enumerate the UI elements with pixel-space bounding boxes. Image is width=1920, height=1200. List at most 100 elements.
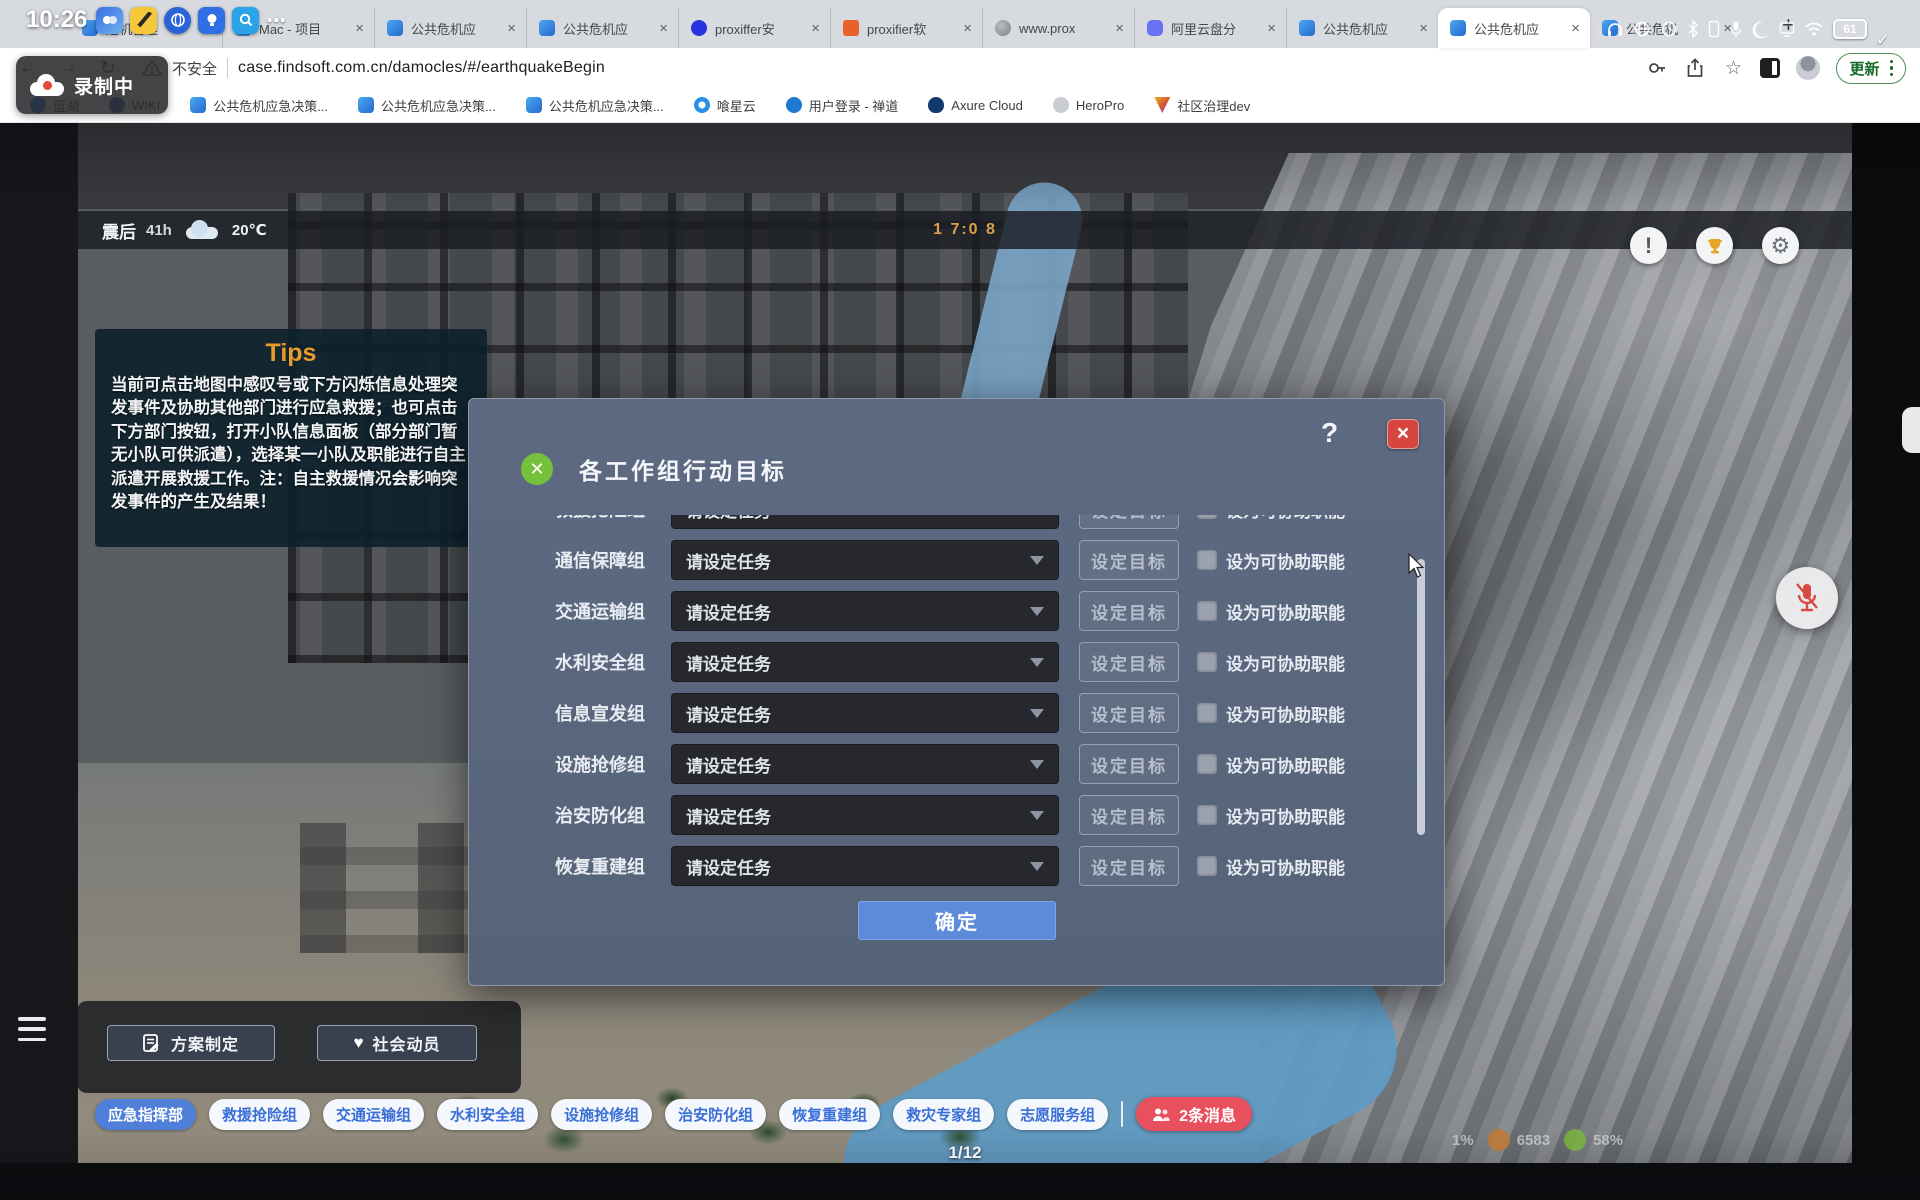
macos-left-overlay: 10:26 ⋯: [26, 6, 288, 34]
task-select[interactable]: 请设定任务: [671, 515, 1059, 529]
task-select[interactable]: 请设定任务: [671, 693, 1059, 733]
chevron-down-icon: [1030, 811, 1044, 820]
bookmark-item[interactable]: 公共危机应急决策...: [526, 96, 664, 115]
checkbox-icon[interactable]: [1197, 601, 1217, 621]
tab-close-icon[interactable]: ×: [1419, 21, 1428, 36]
task-select[interactable]: 请设定任务: [671, 744, 1059, 784]
url-text[interactable]: case.findsoft.com.cn/damocles/#/earthqua…: [238, 59, 605, 77]
browser-tab[interactable]: proxifier软 ×: [830, 8, 982, 48]
task-select[interactable]: 请设定任务: [671, 642, 1059, 682]
assist-checkbox-row[interactable]: 设为可协助职能: [1197, 599, 1345, 624]
binoculars-app-icon[interactable]: [96, 7, 123, 34]
checkbox-icon[interactable]: [1197, 550, 1217, 570]
tab-close-icon[interactable]: ×: [1115, 21, 1124, 36]
plan-button[interactable]: 方案制定: [107, 1025, 275, 1061]
department-button[interactable]: 水利安全组: [437, 1099, 538, 1130]
assist-checkbox-row[interactable]: 设为可协助职能: [1197, 752, 1345, 777]
security-label[interactable]: 不安全: [172, 58, 217, 79]
address-bar[interactable]: 不安全 case.findsoft.com.cn/damocles/#/eart…: [142, 58, 605, 79]
tab-close-icon[interactable]: ×: [355, 21, 364, 36]
mobilize-button[interactable]: ♥ 社会动员: [317, 1025, 477, 1061]
set-goal-button[interactable]: 设定目标: [1079, 846, 1179, 886]
bookmark-item[interactable]: 公共危机应急决策...: [190, 96, 328, 115]
set-goal-button[interactable]: 设定目标: [1079, 540, 1179, 580]
help-button[interactable]: ?: [1321, 417, 1338, 449]
trophy-icon: [1705, 236, 1725, 256]
assist-checkbox-row[interactable]: 设为可协助职能: [1197, 854, 1345, 879]
department-button[interactable]: 交通运输组: [323, 1099, 424, 1130]
task-select[interactable]: 请设定任务: [671, 540, 1059, 580]
set-goal-button[interactable]: 设定目标: [1079, 642, 1179, 682]
department-button[interactable]: 设施抢修组: [551, 1099, 652, 1130]
side-panel-icon[interactable]: [1760, 58, 1780, 78]
browser-tab[interactable]: 公共危机应 ×: [374, 8, 526, 48]
department-button[interactable]: 救援抢险组: [209, 1099, 310, 1130]
browser-tab[interactable]: 公共危机应 ×: [526, 8, 678, 48]
tab-close-icon[interactable]: ×: [963, 21, 972, 36]
assist-checkbox-row[interactable]: 设为可协助职能: [1197, 701, 1345, 726]
tab-close-icon[interactable]: ×: [1267, 21, 1276, 36]
assist-checkbox-row[interactable]: 设为可协助职能: [1197, 515, 1345, 522]
assist-checkbox-row[interactable]: 设为可协助职能: [1197, 803, 1345, 828]
task-select[interactable]: 请设定任务: [671, 591, 1059, 631]
mobilize-button-label: 社会动员: [373, 1031, 441, 1055]
lightbulb-app-icon[interactable]: [198, 7, 225, 34]
browser-tab[interactable]: www.prox ×: [982, 8, 1134, 48]
close-button[interactable]: ×: [1387, 419, 1419, 449]
alert-button[interactable]: !: [1630, 227, 1667, 264]
settings-button[interactable]: ⚙: [1762, 227, 1799, 264]
department-button[interactable]: 救灾专家组: [893, 1099, 994, 1130]
search-app-icon[interactable]: [232, 7, 259, 34]
share-icon[interactable]: [1684, 57, 1706, 79]
update-button[interactable]: 更新: [1836, 53, 1906, 84]
set-goal-button[interactable]: 设定目标: [1079, 744, 1179, 784]
bookmark-item[interactable]: Axure Cloud: [928, 97, 1023, 113]
task-select[interactable]: 请设定任务: [671, 846, 1059, 886]
set-goal-button[interactable]: 设定目标: [1079, 591, 1179, 631]
browser-tab[interactable]: proxiffer安 ×: [678, 8, 830, 48]
browser-tab[interactable]: 公共危机应 ×: [1286, 8, 1438, 48]
menu-kebab-icon[interactable]: [1890, 60, 1894, 77]
bookmark-item[interactable]: 社区治理dev: [1154, 96, 1250, 115]
chevron-down-icon: [1030, 607, 1044, 616]
confirm-button[interactable]: 确定: [858, 901, 1056, 940]
set-goal-button[interactable]: 设定目标: [1079, 795, 1179, 835]
department-button[interactable]: 应急指挥部: [95, 1099, 196, 1130]
hamburger-menu-icon[interactable]: [18, 1017, 46, 1041]
browser-tab[interactable]: 阿里云盘分 ×: [1134, 8, 1286, 48]
bookmark-item[interactable]: 公共危机应急决策...: [358, 96, 496, 115]
set-goal-button[interactable]: 设定目标: [1079, 693, 1179, 733]
globe-app-icon[interactable]: [164, 7, 191, 34]
messages-button[interactable]: 2条消息: [1136, 1097, 1252, 1131]
checkbox-icon[interactable]: [1197, 703, 1217, 723]
pencil-app-icon[interactable]: [130, 7, 157, 34]
modal-scrollbar[interactable]: [1417, 559, 1425, 835]
set-goal-button[interactable]: 设定目标: [1079, 515, 1179, 529]
department-button[interactable]: 志愿服务组: [1007, 1099, 1108, 1130]
bookmark-star-icon[interactable]: ☆: [1722, 57, 1744, 79]
checkbox-icon[interactable]: [1197, 652, 1217, 672]
tab-close-icon[interactable]: ×: [811, 21, 820, 36]
tab-close-icon[interactable]: ×: [507, 21, 516, 36]
microphone-button[interactable]: [1776, 567, 1838, 629]
bookmark-item[interactable]: HeroPro: [1053, 97, 1124, 113]
bookmark-item[interactable]: 用户登录 - 禅道: [786, 96, 899, 115]
checkbox-icon[interactable]: [1197, 856, 1217, 876]
screen-edge-handle[interactable]: [1902, 407, 1920, 453]
checkbox-icon[interactable]: [1197, 754, 1217, 774]
bookmark-item[interactable]: 喰星云: [694, 96, 756, 115]
achievements-button[interactable]: [1696, 227, 1733, 264]
tab-favicon-icon: [1450, 20, 1466, 36]
password-key-icon[interactable]: [1646, 57, 1668, 79]
checkbox-icon[interactable]: [1197, 805, 1217, 825]
department-button[interactable]: 治安防化组: [665, 1099, 766, 1130]
checkbox-icon[interactable]: [1197, 515, 1217, 519]
department-button[interactable]: 恢复重建组: [779, 1099, 880, 1130]
tab-close-icon[interactable]: ×: [659, 21, 668, 36]
assist-checkbox-row[interactable]: 设为可协助职能: [1197, 548, 1345, 573]
assist-checkbox-row[interactable]: 设为可协助职能: [1197, 650, 1345, 675]
browser-tab[interactable]: 公共危机应 ×: [1438, 8, 1590, 48]
tab-close-icon[interactable]: ×: [1571, 21, 1580, 36]
profile-avatar[interactable]: [1796, 56, 1820, 80]
task-select[interactable]: 请设定任务: [671, 795, 1059, 835]
